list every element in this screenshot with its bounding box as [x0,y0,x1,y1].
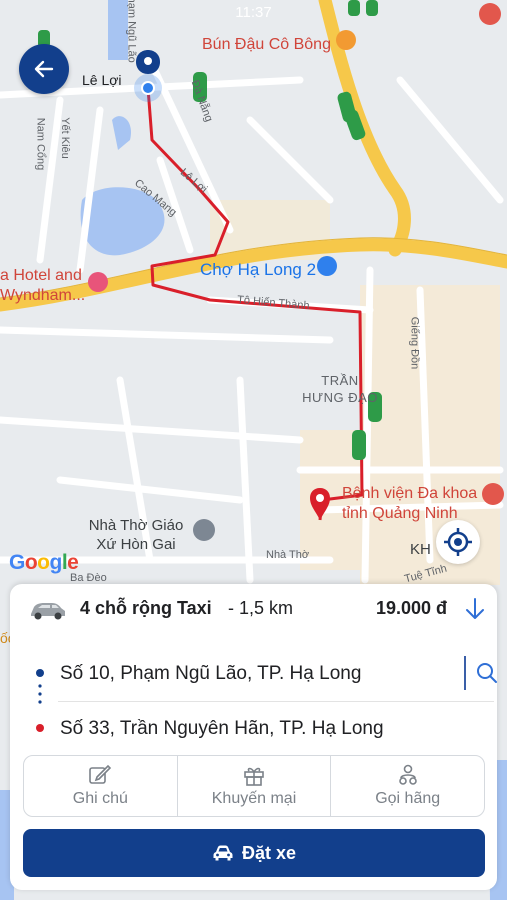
pickup-address[interactable]: Số 10, Phạm Ngũ Lão, TP. Hạ Long [60,663,361,685]
promo-button[interactable]: Khuyến mại [176,756,331,816]
poi-label[interactable]: Bún Đậu Cô Bông [202,35,331,55]
street-label: Yết Kiêu [58,117,71,159]
crosshair-icon [444,528,472,556]
booking-sheet: 4 chỗ rộng Taxi - 1,5 km 19.000 đ Số 10,… [10,584,497,890]
book-button[interactable]: Đặt xe [23,829,485,877]
street-label: Lê Lợi [82,72,122,88]
back-button[interactable] [19,44,69,94]
pickup-dot [36,669,44,677]
poi-label[interactable]: Chợ Hạ Long 2 [200,260,316,280]
call-company-label: Gọi hãng [375,790,441,807]
arrow-left-icon [34,60,54,78]
street-label: Phạm Ngũ Lão [125,0,138,63]
trip-price: 19.000 đ [376,598,448,618]
note-label: Ghi chú [72,790,128,807]
trip-distance: - 1,5 km [228,598,294,618]
gift-icon [244,767,264,786]
note-button[interactable]: Ghi chú [24,756,177,816]
action-bar: Ghi chú Khuyến mại Gọi hãng [23,755,485,817]
route-dots [38,684,42,704]
service-name: 4 chỗ rộng Taxi [80,598,212,618]
poi-label[interactable]: a Hotel and Wyndham... [0,266,85,306]
search-separator [464,656,466,690]
google-logo: Google [9,551,79,574]
poi-label[interactable]: Bệnh viện Đa khoa tỉnh Quảng Ninh [342,484,482,524]
car-front-icon [213,845,233,861]
locate-button[interactable] [436,520,480,564]
street-label: Nhà Thờ [266,549,310,561]
promo-label: Khuyến mại [211,790,297,807]
area-label: TRẦN HƯNG ĐẠO [302,373,378,405]
street-label: Giếng Đồn [408,316,421,370]
car-icon [31,603,65,620]
people-icon [398,764,417,785]
status-time: 11:37 [235,4,272,21]
poi-label[interactable]: Nhà Thờ Giáo Xứ Hòn Gai [80,516,192,554]
place-label: KH [410,541,431,558]
search-icon[interactable] [474,660,500,686]
address-divider [58,701,494,702]
book-label: Đặt xe [241,842,297,863]
street-label: Nam Cổng [34,117,47,171]
service-row[interactable]: 4 chỗ rộng Taxi - 1,5 km 19.000 đ [10,584,497,634]
arrow-down-icon[interactable] [464,596,486,622]
pencil-icon [89,764,112,784]
address-box: Số 10, Phạm Ngũ Lão, TP. Hạ Long Số 33, … [24,650,497,756]
dropoff-address[interactable]: Số 33, Trần Nguyên Hãn, TP. Hạ Long [60,718,384,740]
call-company-button[interactable]: Gọi hãng [330,756,484,816]
dropoff-dot [36,724,44,732]
